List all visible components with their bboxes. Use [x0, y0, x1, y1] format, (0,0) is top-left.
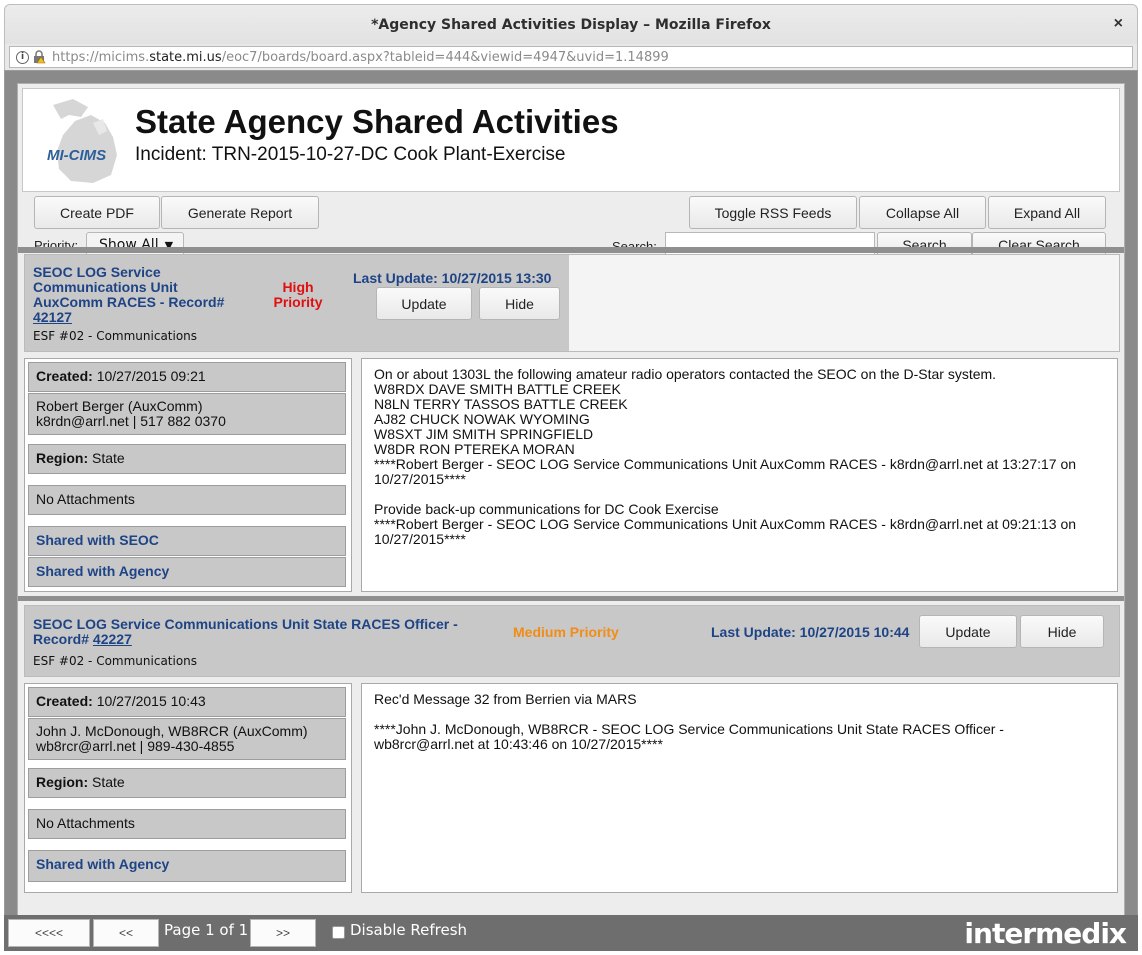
record-title: SEOC LOG Service Communications Unit Sta… — [33, 617, 483, 647]
contact-cell: John J. McDonough, WB8RCR (AuxComm) wb8r… — [28, 718, 346, 760]
attachments-cell: No Attachments — [28, 809, 346, 839]
info-icon[interactable]: i — [16, 50, 29, 64]
address-bar: i https://micims. state.mi.us/eoc7/boards… — [4, 44, 1138, 70]
record-title-text: SEOC LOG Service Communications Unit Aux… — [33, 264, 225, 310]
incident-subtitle: Incident: TRN-2015-10-27-DC Cook Plant-E… — [135, 144, 566, 165]
record-number-link[interactable]: 42127 — [33, 309, 72, 325]
pager-footer: <<<< << Page 1 of 1 >> Disable Refresh i… — [4, 915, 1138, 951]
url-path: /eoc7/boards/board.aspx?tableid=444&view… — [221, 49, 669, 65]
record-divider — [18, 596, 1124, 601]
record-meta-panel: Created: 10/27/2015 09:21 Robert Berger … — [24, 358, 352, 592]
generate-report-button[interactable]: Generate Report — [161, 196, 319, 229]
prev-page-button[interactable]: << — [93, 919, 159, 947]
disable-refresh-label[interactable]: Disable Refresh — [350, 921, 467, 939]
url-domain: state.mi.us — [149, 49, 222, 65]
window-title: *Agency Shared Activities Display – Mozi… — [371, 16, 771, 33]
region-cell: Region: State — [28, 444, 346, 474]
record-header-42227: SEOC LOG Service Communications Unit Sta… — [24, 605, 1120, 677]
page-frame: MI-CIMS State Agency Shared Activities I… — [17, 83, 1125, 919]
url-prefix: https://micims. — [52, 49, 150, 65]
created-label: Created: — [36, 693, 93, 709]
page-title: State Agency Shared Activities — [135, 103, 619, 140]
toolbar-divider — [18, 247, 1124, 253]
update-button[interactable]: Update — [919, 615, 1017, 648]
record-title: SEOC LOG Service Communications Unit Aux… — [33, 265, 243, 325]
michigan-logo: MI-CIMS — [33, 97, 133, 187]
record-header-panel: SEOC LOG Service Communications Unit Sta… — [25, 606, 1119, 676]
shared-with-agency: Shared with Agency — [36, 563, 170, 579]
intermedix-logo: intermedix — [964, 917, 1127, 950]
shared-with-agency: Shared with Agency — [36, 856, 170, 872]
next-page-button[interactable]: >> — [250, 919, 316, 947]
record-body: Rec'd Message 32 from Berrien via MARS *… — [361, 683, 1118, 893]
first-page-button[interactable]: <<<< — [8, 919, 90, 947]
record-header-panel: SEOC LOG Service Communications Unit Aux… — [25, 255, 569, 351]
priority-badge: Medium Priority — [513, 624, 619, 640]
url-field[interactable]: i https://micims. state.mi.us/eoc7/boards… — [9, 46, 1133, 68]
create-pdf-button[interactable]: Create PDF — [34, 196, 160, 229]
record-prefix: Record# — [33, 631, 90, 647]
shared-with-seoc: Shared with SEOC — [36, 532, 159, 548]
esf-label: ESF #02 - Communications — [33, 654, 198, 668]
contact-name: John J. McDonough, WB8RCR (AuxComm) — [36, 723, 308, 739]
record-number-link[interactable]: 42227 — [93, 631, 132, 647]
toggle-rss-button[interactable]: Toggle RSS Feeds — [689, 196, 857, 229]
hide-button[interactable]: Hide — [479, 287, 560, 320]
created-label: Created: — [36, 368, 93, 384]
record-body: On or about 1303L the following amateur … — [361, 358, 1118, 592]
page-header: MI-CIMS State Agency Shared Activities I… — [22, 88, 1120, 192]
record-header-42127: SEOC LOG Service Communications Unit Aux… — [24, 254, 1120, 352]
region-label: Region: — [36, 774, 89, 790]
region-value: State — [92, 774, 125, 790]
record-title-text: SEOC LOG Service Communications Unit Sta… — [33, 616, 458, 632]
window-titlebar: *Agency Shared Activities Display – Mozi… — [4, 4, 1138, 44]
hide-button[interactable]: Hide — [1020, 615, 1104, 648]
region-cell: Region: State — [28, 768, 346, 798]
last-update: Last Update: 10/27/2015 13:30 — [353, 270, 552, 286]
lock-icon[interactable] — [32, 50, 46, 64]
contact-cell: Robert Berger (AuxComm) k8rdn@arrl.net |… — [28, 393, 346, 435]
last-update: Last Update: 10/27/2015 10:44 — [711, 624, 910, 640]
expand-all-button[interactable]: Expand All — [988, 196, 1106, 229]
contact-info: k8rdn@arrl.net | 517 882 0370 — [36, 413, 226, 429]
shared-agency-cell: Shared with Agency — [28, 557, 346, 587]
record-meta-panel: Created: 10/27/2015 10:43 John J. McDono… — [24, 683, 352, 893]
close-icon[interactable]: × — [1114, 15, 1123, 33]
created-cell: Created: 10/27/2015 09:21 — [28, 362, 346, 392]
region-label: Region: — [36, 450, 89, 466]
priority-badge: High Priority — [273, 279, 323, 310]
collapse-all-button[interactable]: Collapse All — [859, 196, 986, 229]
shared-seoc-cell: Shared with SEOC — [28, 526, 346, 556]
disable-refresh-checkbox[interactable] — [332, 926, 345, 939]
contact-info: wb8rcr@arrl.net | 989-430-4855 — [36, 738, 235, 754]
logo-text: MI-CIMS — [47, 147, 107, 164]
browser-viewport: MI-CIMS State Agency Shared Activities I… — [4, 70, 1138, 950]
created-value: 10/27/2015 10:43 — [96, 693, 206, 709]
shared-agency-cell: Shared with Agency — [28, 850, 346, 882]
region-value: State — [92, 450, 125, 466]
contact-name: Robert Berger (AuxComm) — [36, 398, 203, 414]
created-cell: Created: 10/27/2015 10:43 — [28, 687, 346, 717]
created-value: 10/27/2015 09:21 — [96, 368, 206, 384]
page-indicator: Page 1 of 1 — [164, 921, 249, 939]
esf-label: ESF #02 - Communications — [33, 329, 198, 343]
update-button[interactable]: Update — [376, 287, 472, 320]
attachments-cell: No Attachments — [28, 485, 346, 515]
